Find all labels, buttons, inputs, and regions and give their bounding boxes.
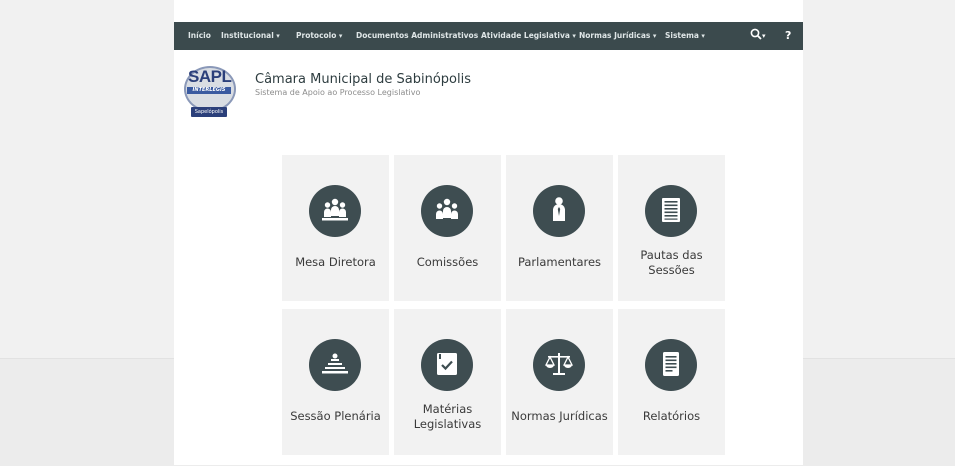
help-button[interactable]: ? (785, 22, 791, 50)
tile-mesa-diretora[interactable]: Mesa Diretora (282, 155, 389, 301)
nav-inicio[interactable]: Início (188, 22, 211, 50)
logo-band: INTERLEGIS (187, 87, 231, 94)
nav-protocolo[interactable]: Protocolo (296, 22, 342, 50)
tile-materias-legislativas[interactable]: Matérias Legislativas (394, 309, 501, 455)
tile-label: Pautas das Sessões (640, 248, 703, 277)
tile-relatorios[interactable]: Relatórios (618, 309, 725, 455)
site-title[interactable]: Câmara Municipal de Sabinópolis (255, 72, 471, 87)
tile-parlamentares[interactable]: Parlamentares (506, 155, 613, 301)
list-icon (645, 185, 697, 237)
top-navbar: Início Institucional Protocolo Documento… (174, 22, 803, 50)
group-icon (421, 185, 473, 237)
checked-document-icon (421, 339, 473, 391)
nav-sistema[interactable]: Sistema (665, 22, 705, 50)
tile-label: Matérias Legislativas (413, 402, 482, 431)
sapl-logo[interactable]: SAPL INTERLEGIS Sapelópolis (184, 66, 236, 118)
nav-institucional[interactable]: Institucional (221, 22, 280, 50)
chevron-down-icon: ▾ (762, 32, 766, 40)
tile-pautas-das-sessoes[interactable]: Pautas das Sessões (618, 155, 725, 301)
page-container: Início Institucional Protocolo Documento… (174, 0, 803, 465)
tile-label: Comissões (416, 255, 479, 269)
search-icon[interactable]: ▾ (750, 22, 766, 50)
person-icon (533, 185, 585, 237)
tile-normas-juridicas[interactable]: Normas Jurídicas (506, 309, 613, 455)
tile-comissoes[interactable]: Comissões (394, 155, 501, 301)
site-subtitle: Sistema de Apoio ao Processo Legislativo (255, 88, 421, 97)
logo-text: SAPL (188, 67, 232, 86)
tile-label: Sessão Plenária (290, 409, 381, 423)
nav-documentos-administrativos[interactable]: Documentos Administrativos (356, 22, 478, 50)
group-icon (309, 185, 361, 237)
nav-normas-juridicas[interactable]: Normas Jurídicas (579, 22, 656, 50)
tile-label: Normas Jurídicas (511, 409, 608, 423)
tile-sessao-plenaria[interactable]: Sessão Plenária (282, 309, 389, 455)
tile-label: Mesa Diretora (295, 255, 376, 269)
scales-icon (533, 339, 585, 391)
tile-label: Parlamentares (517, 255, 602, 269)
document-icon (645, 339, 697, 391)
tile-label: Relatórios (642, 409, 701, 423)
plenary-icon (309, 339, 361, 391)
nav-atividade-legislativa[interactable]: Atividade Legislativa (481, 22, 576, 50)
logo-tag: Sapelópolis (191, 107, 227, 117)
